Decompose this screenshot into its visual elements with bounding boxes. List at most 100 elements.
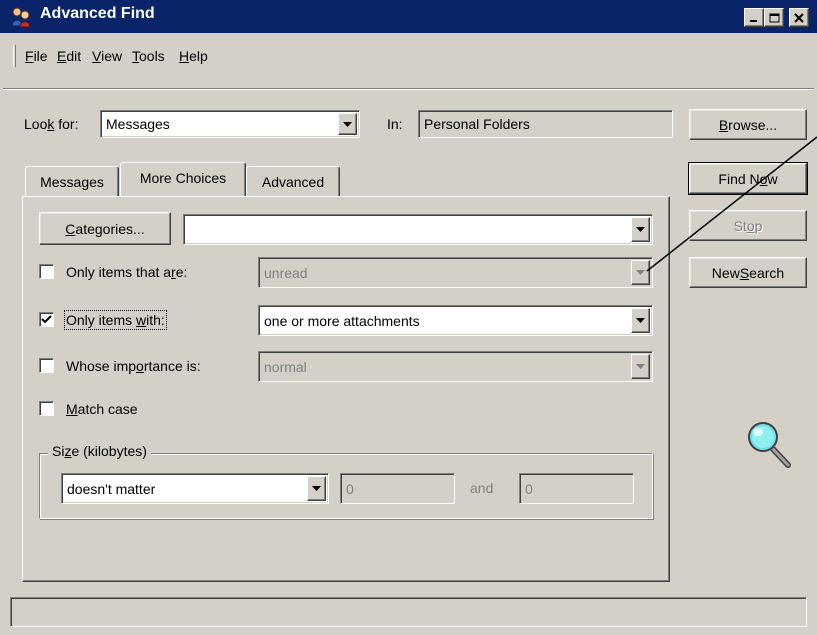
only-items-with-label-post: ith:	[146, 312, 165, 328]
whose-importance-label-mnemonic: o	[136, 358, 144, 374]
match-case-checkbox[interactable]	[39, 401, 54, 416]
menu-tools-mnemonic: T	[132, 48, 139, 64]
tab-advanced-label: Advanced	[261, 173, 325, 190]
match-case-label-mnemonic: M	[66, 401, 78, 417]
only-items-with-select[interactable]: one or more attachments	[258, 305, 653, 336]
menubar-grip[interactable]	[13, 45, 16, 67]
tab-messages-label: Messages	[40, 173, 104, 190]
browse-button[interactable]: Browse...	[689, 109, 807, 140]
stop-label-mnemonic: o	[746, 217, 755, 234]
look-for-select[interactable]: Messages	[100, 110, 360, 138]
look-for-label-b: for:	[54, 116, 79, 132]
menu-tools-label: ools	[139, 48, 165, 64]
menu-help-mnemonic: H	[179, 48, 190, 64]
chevron-down-icon	[636, 318, 645, 323]
look-for-label-a: Loo	[24, 116, 48, 132]
in-label: In:	[387, 116, 403, 132]
in-folder-field: Personal Folders	[418, 110, 673, 138]
whose-importance-label: Whose importance is:	[66, 358, 201, 374]
only-items-with-dropdown-button[interactable]	[631, 308, 650, 333]
menu-file-mnemonic: F	[25, 48, 34, 64]
maximize-icon	[769, 13, 779, 22]
browse-label-post: rowse...	[728, 116, 778, 133]
only-items-with-label-mnemonic: w	[136, 312, 147, 328]
categories-dropdown-button[interactable]	[631, 217, 650, 242]
minimize-button[interactable]	[744, 8, 764, 27]
only-items-that-are-select[interactable]: unread	[258, 257, 653, 288]
chevron-down-icon	[312, 486, 321, 491]
menu-edit-label: dit	[66, 48, 82, 64]
menu-help[interactable]: Help	[179, 48, 208, 64]
menu-tools[interactable]: Tools	[132, 48, 165, 64]
size-condition-select[interactable]: doesn't matter	[61, 473, 329, 504]
only-items-that-are-label: Only items that are:	[66, 264, 187, 280]
stop-label-post: p	[754, 217, 763, 234]
menu-view-mnemonic: V	[92, 48, 102, 64]
whose-importance-label-pre: Whose imp	[66, 358, 137, 374]
advanced-find-icon	[10, 6, 32, 28]
chevron-down-icon	[343, 121, 352, 127]
whose-importance-value: normal	[264, 358, 307, 375]
more-choices-panel	[22, 196, 670, 582]
menu-edit[interactable]: Edit	[57, 48, 81, 64]
advanced-find-window: Advanced Find File Edit View Tools Help …	[0, 0, 817, 635]
size-group-legend: Size (kilobytes)	[48, 443, 151, 459]
only-items-that-are-checkbox[interactable]	[39, 264, 54, 279]
whose-importance-dropdown-button[interactable]	[631, 354, 650, 379]
only-items-with-label: Only items with:	[64, 310, 167, 330]
menu-help-label: elp	[189, 48, 208, 64]
only-items-that-are-label-pre: Only items that a	[66, 264, 172, 280]
menu-file-label: ile	[33, 48, 48, 64]
new-search-label-post: earch	[749, 264, 785, 281]
size-legend-pre: Si	[52, 443, 65, 459]
new-search-button[interactable]: New Search	[689, 257, 807, 288]
minimize-icon	[750, 19, 757, 22]
checkmark-icon	[41, 315, 52, 324]
size-condition-value: doesn't matter	[67, 480, 156, 497]
categories-label-mnemonic: C	[65, 220, 76, 237]
chevron-down-icon	[636, 364, 645, 369]
size-from-value: 0	[346, 480, 354, 497]
categories-select[interactable]	[183, 214, 653, 245]
status-bar	[10, 597, 807, 627]
find-now-button[interactable]: Find Now	[688, 162, 808, 195]
size-to-value: 0	[525, 480, 533, 497]
title-bar[interactable]: Advanced Find	[0, 0, 817, 33]
tab-more-choices[interactable]: More Choices	[120, 162, 246, 196]
maximize-button[interactable]	[764, 8, 784, 27]
find-now-label-post: w	[767, 170, 778, 187]
size-condition-dropdown-button[interactable]	[307, 476, 326, 501]
look-for-label: Look for:	[24, 116, 78, 132]
stop-label-pre: St	[733, 217, 747, 234]
find-now-label-pre: Find N	[718, 170, 760, 187]
close-icon	[794, 12, 804, 23]
size-to-input[interactable]: 0	[519, 473, 634, 504]
new-search-label-mnemonic: S	[739, 264, 750, 281]
close-button[interactable]	[789, 8, 809, 27]
only-items-with-checkbox[interactable]	[39, 312, 54, 327]
stop-button[interactable]: St o p	[689, 210, 807, 241]
match-case-label-post: atch case	[77, 401, 138, 417]
browse-label-mnemonic: B	[718, 116, 729, 133]
whose-importance-select[interactable]: normal	[258, 351, 653, 382]
only-items-that-are-label-post: e:	[175, 264, 188, 280]
in-folder-value: Personal Folders	[424, 116, 530, 132]
only-items-that-are-dropdown-button[interactable]	[631, 260, 650, 285]
menu-view[interactable]: View	[92, 48, 122, 64]
match-case-label: Match case	[66, 401, 138, 417]
tab-messages[interactable]: Messages	[25, 166, 119, 196]
menu-view-label: iew	[101, 48, 123, 64]
chevron-down-icon	[636, 227, 645, 232]
look-for-dropdown-button[interactable]	[338, 113, 357, 135]
size-legend-post: e (kilobytes)	[71, 443, 147, 459]
whose-importance-label-post: rtance is:	[143, 358, 201, 374]
categories-button[interactable]: Categories...	[39, 212, 171, 245]
categories-label-post: ategories...	[75, 220, 145, 237]
tab-advanced[interactable]: Advanced	[246, 166, 340, 196]
new-search-label-pre: New	[711, 264, 740, 281]
size-from-input[interactable]: 0	[340, 473, 455, 504]
size-and-label: and	[470, 480, 494, 496]
menu-separator	[3, 88, 814, 90]
whose-importance-checkbox[interactable]	[39, 358, 54, 373]
menu-file[interactable]: File	[25, 48, 48, 64]
